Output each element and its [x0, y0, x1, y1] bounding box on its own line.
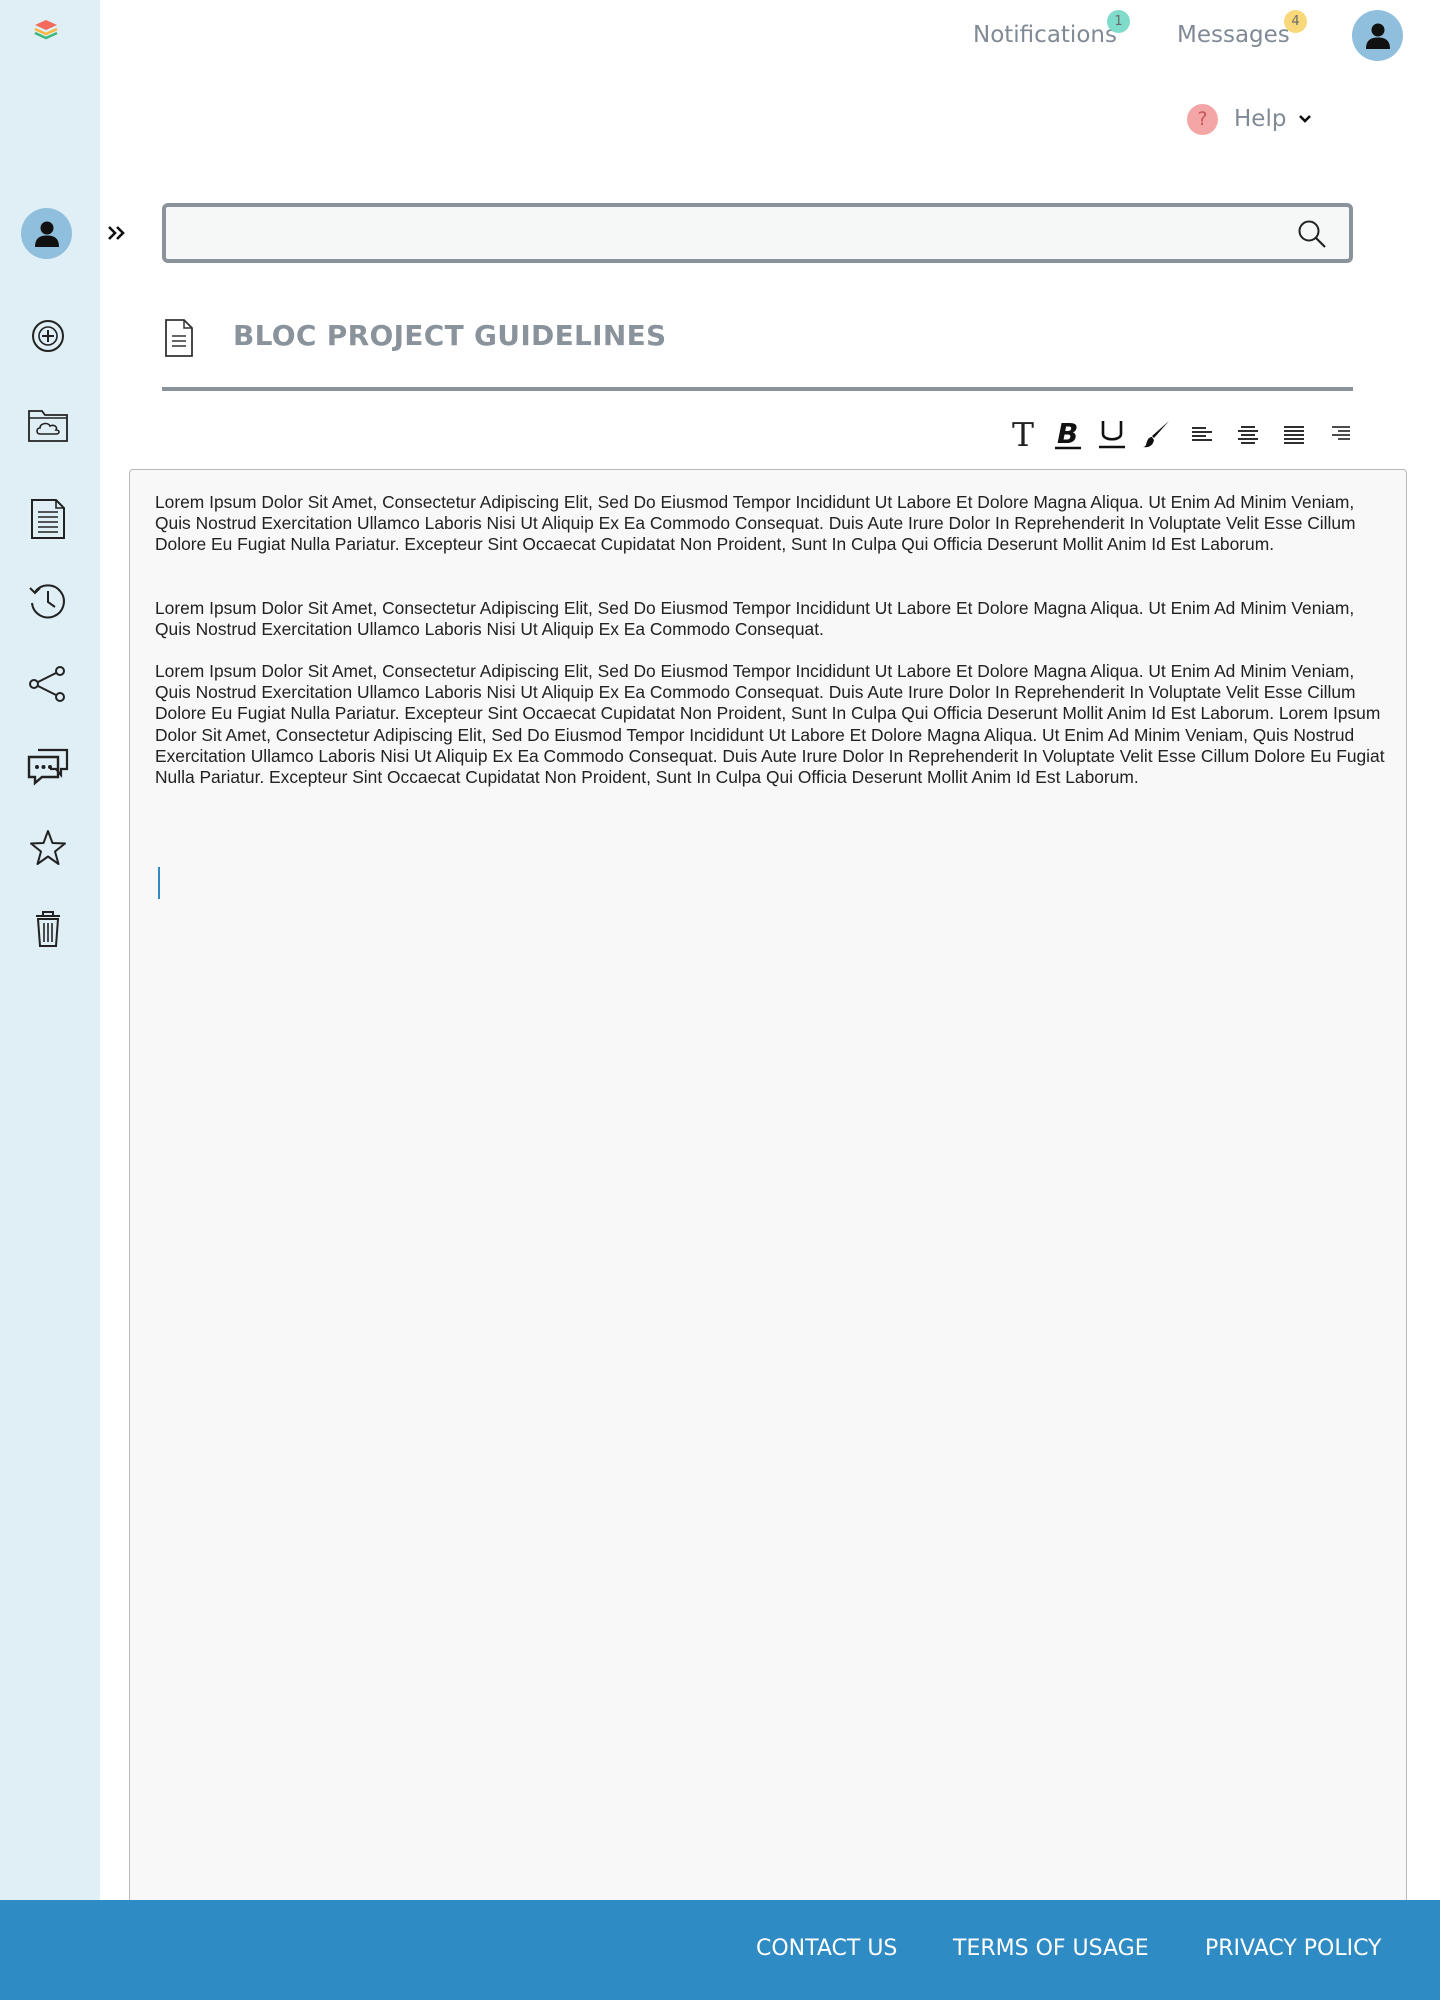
align-right-button[interactable] [1322, 416, 1358, 452]
sidebar-item-cloud-folder[interactable] [24, 401, 72, 449]
editor-paragraph: Lorem Ipsum Dolor Sit Amet, Consectetur … [155, 492, 1356, 555]
underline-icon [1099, 421, 1125, 449]
star-icon [30, 830, 66, 865]
chevron-down-icon [1299, 115, 1312, 123]
title-divider [162, 387, 1353, 391]
chat-icon [27, 748, 69, 786]
notifications-link[interactable]: Notifications [973, 22, 1117, 48]
align-justify-button[interactable] [1276, 416, 1312, 452]
sidebar-item-trash[interactable] [24, 904, 72, 952]
document-title: BLOC PROJECT GUIDELINES [233, 319, 667, 352]
search-icon[interactable] [1297, 219, 1327, 249]
help-menu[interactable]: ? Help [1187, 102, 1312, 136]
align-right-icon [1332, 426, 1350, 440]
sidebar-item-documents[interactable] [24, 494, 72, 542]
sidebar [0, 0, 100, 1900]
sidebar-item-chat[interactable] [24, 742, 72, 790]
messages-badge: 4 [1284, 10, 1307, 33]
align-left-icon [1192, 427, 1212, 441]
contact-us-link[interactable]: CONTACT US [756, 1936, 897, 1961]
sidebar-item-new[interactable] [24, 312, 72, 360]
sidebar-item-share[interactable] [24, 660, 72, 708]
expand-sidebar-button[interactable] [104, 220, 130, 246]
sidebar-item-favorites[interactable] [24, 824, 72, 872]
notifications-badge: 1 [1107, 10, 1130, 33]
editor-paragraph: Lorem Ipsum Dolor Sit Amet, Consectetur … [155, 661, 1385, 788]
bold-button[interactable]: B [1050, 416, 1086, 452]
history-icon [29, 584, 65, 619]
help-icon: ? [1187, 103, 1218, 135]
align-center-icon [1238, 426, 1258, 444]
editor-paragraph: Lorem Ipsum Dolor Sit Amet, Consectetur … [155, 598, 1355, 640]
document-list-icon [31, 499, 65, 539]
sidebar-avatar[interactable] [21, 208, 72, 259]
underline-button[interactable] [1094, 416, 1130, 452]
sidebar-item-history[interactable] [24, 577, 72, 625]
document-icon [165, 319, 193, 357]
bold-icon: B [1055, 418, 1081, 450]
user-avatar-button[interactable] [1352, 10, 1403, 61]
user-icon [34, 221, 59, 247]
align-justify-icon [1284, 426, 1304, 444]
double-chevron-right-icon [108, 226, 125, 240]
text-cursor [158, 867, 160, 899]
text-format-button[interactable]: T [1005, 416, 1041, 452]
logo-icon [34, 20, 58, 40]
search-bar [162, 203, 1353, 263]
align-left-button[interactable] [1184, 416, 1220, 452]
brush-icon [1143, 421, 1169, 448]
search-input[interactable] [180, 207, 1280, 259]
messages-link[interactable]: Messages [1177, 22, 1290, 48]
help-label: Help [1234, 106, 1287, 132]
cloud-folder-icon [28, 410, 68, 442]
share-icon [29, 666, 65, 702]
svg-text:B: B [1057, 418, 1078, 450]
text-format-icon: T [1011, 414, 1034, 454]
trash-icon [36, 911, 60, 947]
brush-button[interactable] [1139, 416, 1175, 452]
align-center-button[interactable] [1230, 416, 1266, 452]
terms-of-usage-link[interactable]: TERMS OF USAGE [953, 1936, 1149, 1961]
plus-circle-icon [32, 320, 64, 352]
footer: CONTACT US TERMS OF USAGE PRIVACY POLICY [0, 1900, 1440, 2000]
privacy-policy-link[interactable]: PRIVACY POLICY [1205, 1936, 1382, 1961]
user-icon [1365, 23, 1390, 49]
document-editor[interactable]: Lorem Ipsum Dolor Sit Amet, Consectetur … [129, 469, 1407, 1903]
